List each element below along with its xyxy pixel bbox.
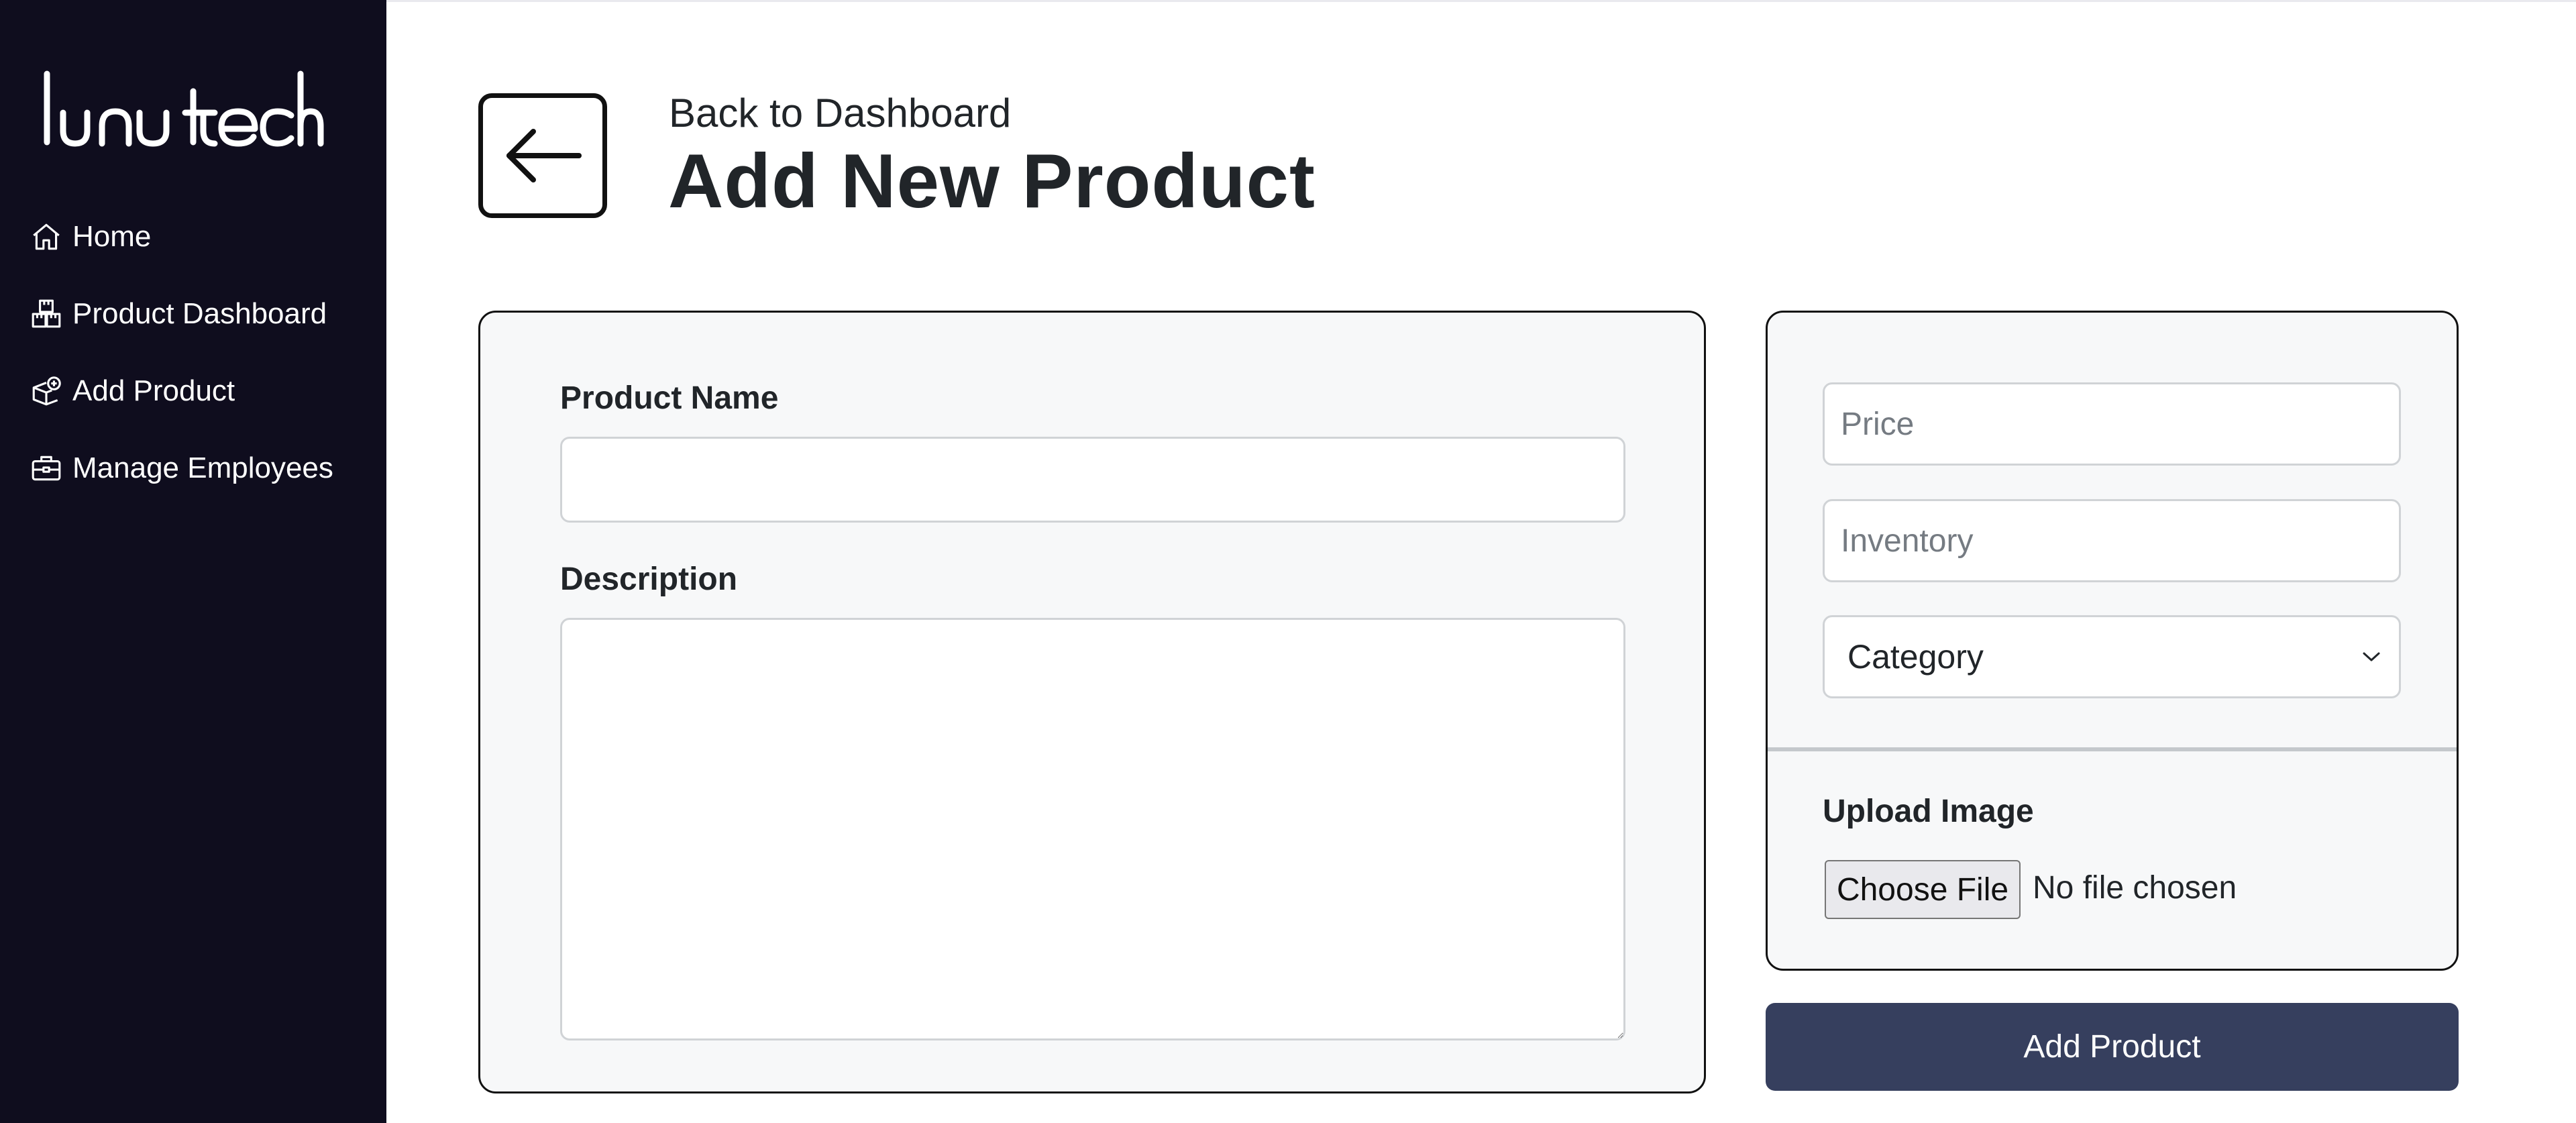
file-status-text: No file chosen — [2033, 870, 2237, 906]
upload-image-label: Upload Image — [1823, 794, 2034, 829]
briefcase-icon — [32, 456, 61, 481]
inventory-input[interactable] — [1823, 499, 2401, 582]
sidebar-item-manage-employees[interactable]: Manage Employees — [30, 445, 333, 492]
category-select-value: Category — [1847, 638, 1984, 676]
choose-file-button[interactable]: Choose File — [1825, 860, 2021, 919]
chevron-down-icon — [2363, 652, 2380, 661]
sidebar-item-label: Manage Employees — [72, 451, 333, 484]
sidebar-item-product-dashboard[interactable]: Product Dashboard — [30, 290, 333, 337]
product-details-card: Product Name Description — [478, 311, 1706, 1093]
arrow-left-icon — [506, 129, 582, 182]
page-title: Add New Product — [668, 139, 1316, 224]
category-select[interactable]: Category — [1823, 615, 2401, 698]
description-textarea[interactable] — [560, 618, 1625, 1040]
sidebar-item-home[interactable]: Home — [30, 213, 333, 260]
sidebar-nav: Home Product Dashboard Add Product Manag… — [30, 213, 333, 522]
sidebar-item-add-product[interactable]: Add Product — [30, 368, 333, 415]
sidebar: lunatech Home Product Dashboard — [0, 0, 386, 1123]
product-name-label: Product Name — [560, 380, 779, 416]
sidebar-item-label: Product Dashboard — [72, 297, 327, 330]
add-product-button[interactable]: Add Product — [1766, 1003, 2459, 1091]
sidebar-item-label: Add Product — [72, 374, 235, 407]
product-name-input[interactable] — [560, 437, 1625, 523]
back-button[interactable] — [478, 93, 607, 218]
price-input[interactable] — [1823, 382, 2401, 466]
home-icon — [33, 223, 60, 250]
sidebar-item-label: Home — [72, 220, 152, 253]
top-divider — [386, 0, 2576, 2]
card-divider — [1768, 747, 2457, 751]
product-meta-card: Category Upload Image Choose File No fil… — [1766, 311, 2459, 971]
description-label: Description — [560, 562, 738, 597]
lunatech-logo[interactable]: lunatech — [39, 67, 327, 154]
box-plus-icon — [32, 376, 61, 406]
back-to-dashboard-link[interactable]: Back to Dashboard — [669, 90, 1011, 136]
boxes-icon — [32, 299, 61, 328]
